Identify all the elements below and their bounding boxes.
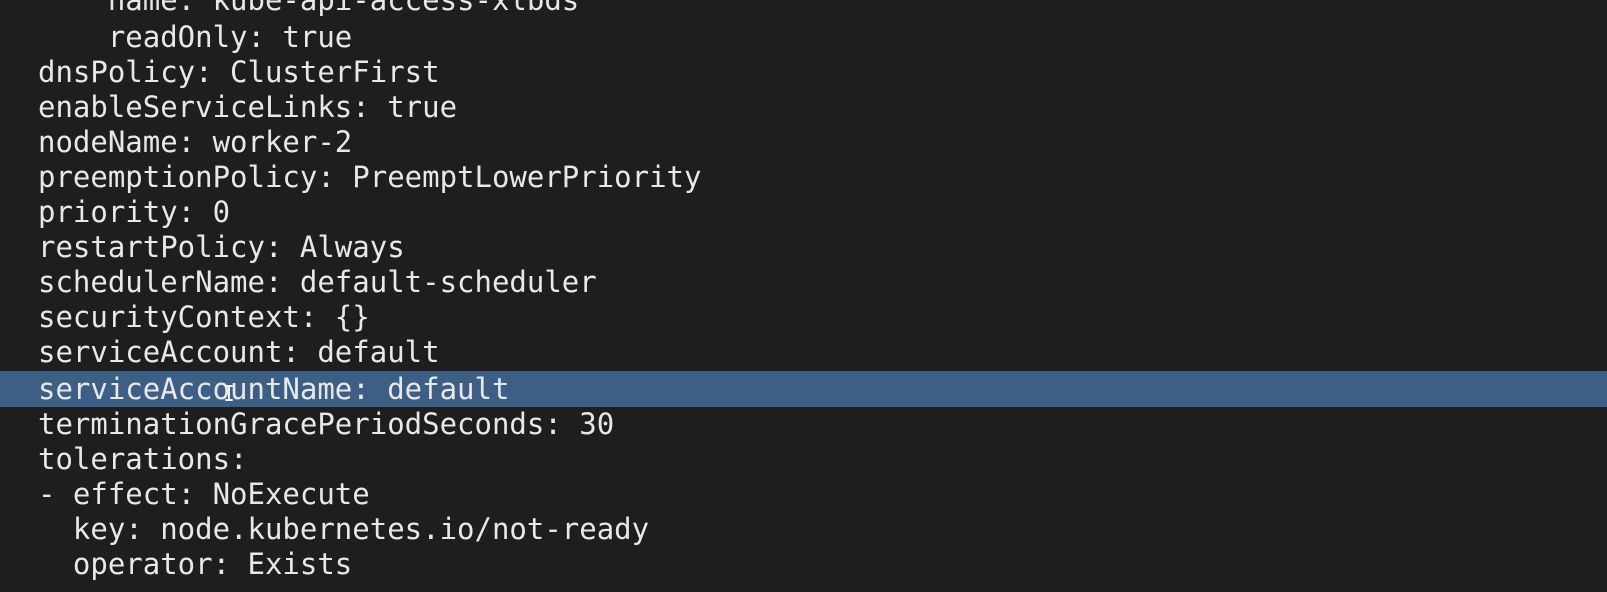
yaml-line-serviceaccountname-selected[interactable]: serviceAccountName: default <box>0 371 1607 407</box>
yaml-line-preemptionpolicy: preemptionPolicy: PreemptLowerPriority <box>38 160 702 194</box>
yaml-line-tolerations: tolerations: <box>38 442 248 476</box>
yaml-line-serviceaccount: serviceAccount: default <box>38 335 440 369</box>
yaml-line-dnspolicy: dnsPolicy: ClusterFirst <box>38 55 440 89</box>
yaml-line-terminationgraceperiod: terminationGracePeriodSeconds: 30 <box>38 407 615 441</box>
yaml-line-effect: - effect: NoExecute <box>38 477 370 511</box>
terminal-output[interactable]: name: kube-api-access-xlbds readOnly: tr… <box>0 0 1607 592</box>
yaml-line-nodename: nodeName: worker-2 <box>38 125 353 159</box>
yaml-line-securitycontext: securityContext: {} <box>38 300 370 334</box>
yaml-line-readonly: readOnly: true <box>38 20 353 54</box>
yaml-line-restartpolicy: restartPolicy: Always <box>38 230 405 264</box>
yaml-line-priority: priority: 0 <box>38 195 231 229</box>
yaml-line-volume-name: name: kube-api-access-xlbds <box>38 0 580 17</box>
yaml-line-operator: operator: Exists <box>38 547 353 581</box>
yaml-line-key: key: node.kubernetes.io/not-ready <box>38 512 650 546</box>
yaml-line-enableservicelinks: enableServiceLinks: true <box>38 90 458 124</box>
yaml-line-schedulername: schedulerName: default-scheduler <box>38 265 597 299</box>
